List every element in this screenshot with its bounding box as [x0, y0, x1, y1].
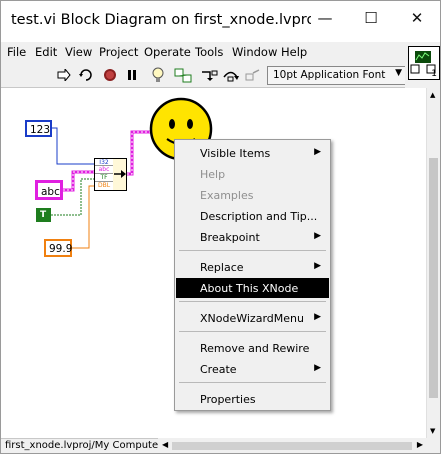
title-bar[interactable]: test.vi Block Diagram on first_xnode.lvp… — [1, 1, 440, 43]
xnode-terminal-dbl: DBL — [97, 182, 111, 189]
ctx-item-description-and-tip[interactable]: Description and Tip... — [176, 206, 329, 226]
xnode-arrow-icon — [114, 170, 126, 178]
horizontal-scrollbar[interactable]: ◀ ▶ — [158, 438, 426, 453]
font-select-label: 10pt Application Font — [273, 69, 386, 81]
menu-view[interactable]: View — [65, 45, 92, 59]
context-status: first_xnode.lvproj/My Computer — [1, 438, 158, 453]
ctx-item-about-this-xnode[interactable]: About This XNode — [176, 278, 329, 298]
submenu-arrow-icon: ▶ — [314, 363, 321, 373]
numeric-constant[interactable]: 123 — [25, 120, 52, 137]
ctx-item-xnode-wizard-menu[interactable]: XNodeWizardMenu ▶ — [176, 308, 329, 328]
step-into-icon[interactable] — [200, 66, 218, 84]
menu-bar: File Edit View Project Operate Tools Win… — [1, 42, 405, 62]
ctx-item-label: Description and Tip... — [200, 210, 318, 223]
pause-icon[interactable] — [123, 66, 141, 84]
abort-icon[interactable] — [101, 66, 119, 84]
retain-wire-values-icon[interactable] — [174, 66, 192, 84]
double-constant[interactable]: 99.9 — [44, 239, 72, 257]
menu-project[interactable]: Project — [99, 45, 138, 59]
menu-window[interactable]: Window — [232, 45, 277, 59]
ctx-item-help[interactable]: Help — [176, 164, 329, 184]
ctx-item-label: XNodeWizardMenu — [200, 312, 304, 325]
menu-file[interactable]: File — [7, 45, 26, 59]
close-button[interactable]: ✕ — [394, 1, 440, 35]
ctx-item-label: Replace — [200, 261, 244, 274]
ctx-item-examples[interactable]: Examples — [176, 185, 329, 205]
run-continuously-icon[interactable] — [77, 66, 95, 84]
ctx-item-replace[interactable]: Replace ▶ — [176, 257, 329, 277]
menu-separator — [179, 250, 326, 251]
font-select[interactable]: 10pt Application Font ▼ — [267, 66, 407, 85]
scrollbar-thumb[interactable] — [172, 442, 412, 450]
ctx-item-label: Properties — [200, 393, 256, 406]
context-menu: Visible Items ▶ Help Examples Descriptio… — [174, 139, 331, 411]
submenu-arrow-icon: ▶ — [314, 312, 321, 322]
ctx-item-label: Help — [200, 168, 226, 181]
resize-grip[interactable] — [426, 438, 440, 453]
menu-separator — [179, 382, 326, 383]
ctx-item-remove-and-rewire[interactable]: Remove and Rewire — [176, 338, 329, 358]
xnode-terminal-bool: TF — [95, 174, 113, 182]
window-title: test.vi Block Diagram on first_xnode.lvp… — [11, 12, 311, 28]
numeric-wire[interactable] — [51, 127, 94, 165]
submenu-arrow-icon: ▶ — [314, 231, 321, 241]
boolean-constant[interactable]: T — [36, 208, 51, 222]
vi-icon[interactable]: 1 — [408, 46, 440, 80]
ctx-item-label: Create — [200, 363, 237, 376]
connector-pane-number: 1 — [431, 69, 437, 79]
xnode-terminal-i32: I32 — [95, 159, 113, 166]
menu-help[interactable]: Help — [281, 45, 307, 59]
connector-pane: 1 — [405, 42, 440, 88]
ctx-item-create[interactable]: Create ▶ — [176, 359, 329, 379]
scrollbar-thumb[interactable] — [429, 158, 438, 398]
menu-operate[interactable]: Operate — [144, 45, 191, 59]
vertical-scrollbar[interactable]: ▲ ▼ — [426, 88, 440, 438]
menu-edit[interactable]: Edit — [35, 45, 57, 59]
labview-window: test.vi Block Diagram on first_xnode.lvp… — [0, 0, 441, 454]
ctx-item-label: About This XNode — [200, 282, 299, 295]
scroll-down-icon[interactable]: ▼ — [430, 427, 435, 435]
ctx-item-label: Examples — [200, 189, 254, 202]
double-wire[interactable] — [71, 185, 94, 249]
scroll-left-icon[interactable]: ◀ — [162, 440, 168, 449]
maximize-button[interactable]: ☐ — [348, 1, 394, 35]
step-out-icon[interactable] — [244, 66, 262, 84]
ctx-item-properties[interactable]: Properties — [176, 389, 329, 409]
menu-separator — [179, 331, 326, 332]
minimize-button[interactable]: — — [302, 1, 348, 35]
string-constant[interactable]: abc — [35, 180, 63, 200]
ctx-item-visible-items[interactable]: Visible Items ▶ — [176, 143, 329, 163]
menu-separator — [179, 301, 326, 302]
ctx-item-breakpoint[interactable]: Breakpoint ▶ — [176, 227, 329, 247]
xnode-terminal-column: I32 abc TF DBL — [95, 159, 113, 190]
ctx-item-label: Breakpoint — [200, 231, 260, 244]
scroll-right-icon[interactable]: ▶ — [417, 440, 423, 449]
menu-tools[interactable]: Tools — [195, 45, 223, 59]
chevron-down-icon: ▼ — [395, 68, 402, 78]
run-arrow-icon[interactable] — [55, 66, 73, 84]
xnode-terminal-string: abc — [95, 166, 113, 174]
xnode[interactable]: I32 abc TF DBL — [94, 158, 127, 191]
toolbar: 10pt Application Font ▼ — [1, 62, 407, 88]
ctx-item-label: Visible Items — [200, 147, 271, 160]
submenu-arrow-icon: ▶ — [314, 261, 321, 271]
ctx-item-label: Remove and Rewire — [200, 342, 310, 355]
step-over-icon[interactable] — [222, 66, 240, 84]
submenu-arrow-icon: ▶ — [314, 147, 321, 157]
highlight-execution-icon[interactable] — [149, 66, 167, 84]
scroll-up-icon[interactable]: ▲ — [430, 91, 435, 99]
